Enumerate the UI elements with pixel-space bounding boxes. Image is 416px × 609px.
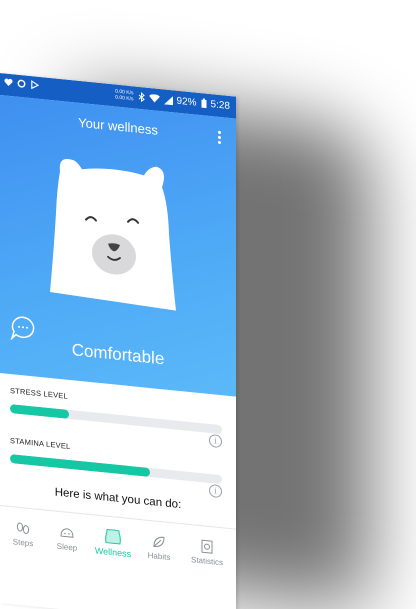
more-vert-icon[interactable] — [218, 130, 222, 145]
battery-icon — [201, 98, 207, 109]
stamina-level-fill — [10, 454, 150, 477]
stress-level-fill — [10, 404, 70, 419]
bear-face-icon — [105, 529, 121, 545]
footprints-icon — [16, 522, 30, 535]
nav-item-statistics[interactable]: Statistics — [184, 536, 230, 568]
wifi-icon — [148, 93, 160, 103]
leaf-icon — [153, 536, 165, 547]
heart-icon — [4, 78, 13, 86]
play-icon — [31, 80, 39, 90]
sleep-icon — [60, 528, 74, 538]
bear-mascot — [50, 158, 176, 311]
circle-icon — [17, 79, 26, 88]
info-icon[interactable]: i — [209, 483, 222, 499]
clock: 5:28 — [210, 98, 230, 112]
statistics-icon — [201, 539, 213, 554]
app-stage: 0.00 K/s 0.00 K/s 92% 5:28 Your wellness… — [0, 0, 416, 609]
phone-screen: 0.00 K/s 0.00 K/s 92% 5:28 Your wellness… — [0, 73, 236, 609]
nav-item-habits[interactable]: Habits — [136, 532, 182, 564]
net-rate: 0.00 K/s 0.00 K/s — [115, 89, 133, 103]
nav-label: Sleep — [56, 541, 78, 553]
nav-label: Habits — [147, 550, 171, 563]
battery-percent: 92% — [176, 95, 197, 109]
wellness-hero: Your wellness Comfortable — [0, 95, 236, 397]
status-left — [4, 77, 39, 90]
signal-icon — [163, 95, 173, 105]
bluetooth-icon — [138, 92, 145, 103]
info-icon[interactable]: i — [209, 433, 222, 449]
net-rate-down: 0.00 K/s — [115, 94, 134, 103]
bottom-nav: Steps Sleep Wellness Habits Statistics — [0, 505, 236, 590]
stamina-level: STAMINA LEVEL i — [10, 436, 226, 499]
nav-label: Statistics — [190, 555, 223, 568]
mood-label: Comfortable — [71, 340, 165, 369]
nav-label: Wellness — [94, 545, 132, 560]
nav-label: Steps — [12, 537, 34, 549]
nav-item-steps[interactable]: Steps — [0, 518, 46, 550]
nav-item-sleep[interactable]: Sleep — [44, 522, 90, 554]
nav-item-wellness[interactable]: Wellness — [90, 527, 136, 560]
